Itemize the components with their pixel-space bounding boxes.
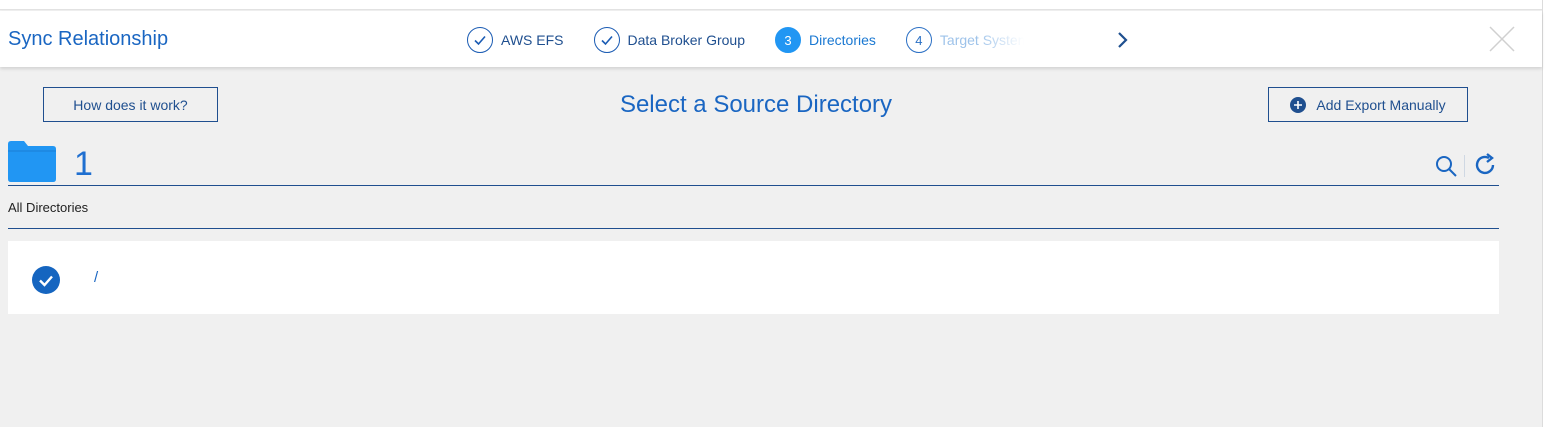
refresh-icon[interactable] [1472,152,1498,178]
wizard-header: Sync Relationship AWS EFS Data Broker Gr… [0,11,1542,67]
step-aws-efs[interactable]: AWS EFS [467,27,564,53]
step-label: Directories [809,32,876,48]
page-title: Sync Relationship [8,28,169,50]
directory-name[interactable]: / [94,269,98,286]
directory-count: 1 [74,145,93,183]
step-label: AWS EFS [501,32,564,48]
add-export-manually-button[interactable]: Add Export Manually [1268,87,1468,122]
check-circle-icon [593,27,620,53]
plus-circle-icon [1290,96,1307,113]
folder-icon [8,141,56,182]
top-window-strip [0,0,1542,10]
directory-row[interactable]: / [8,241,1499,314]
step-number: 4 [905,27,932,53]
right-window-edge [1542,0,1552,427]
step-label: Target System [939,32,1024,48]
breadcrumb[interactable]: All Directories [8,200,88,215]
check-circle-icon [467,27,493,53]
wizard-steps: AWS EFS Data Broker Group 3 Directories … [467,26,1054,54]
step-data-broker-group[interactable]: Data Broker Group [593,27,746,53]
step-label: Data Broker Group [627,32,746,48]
divider [8,185,1499,186]
close-icon[interactable] [1488,25,1516,53]
chevron-right-icon[interactable] [1114,29,1132,51]
toolbar-divider [1464,155,1465,177]
selected-check-icon[interactable] [32,266,60,294]
add-export-label: Add Export Manually [1316,96,1446,113]
step-directories[interactable]: 3 Directories [775,27,876,53]
search-icon[interactable] [1434,154,1458,178]
step-target-system[interactable]: 4 Target System [905,27,1024,53]
divider [8,228,1499,229]
step-number: 3 [775,27,801,53]
